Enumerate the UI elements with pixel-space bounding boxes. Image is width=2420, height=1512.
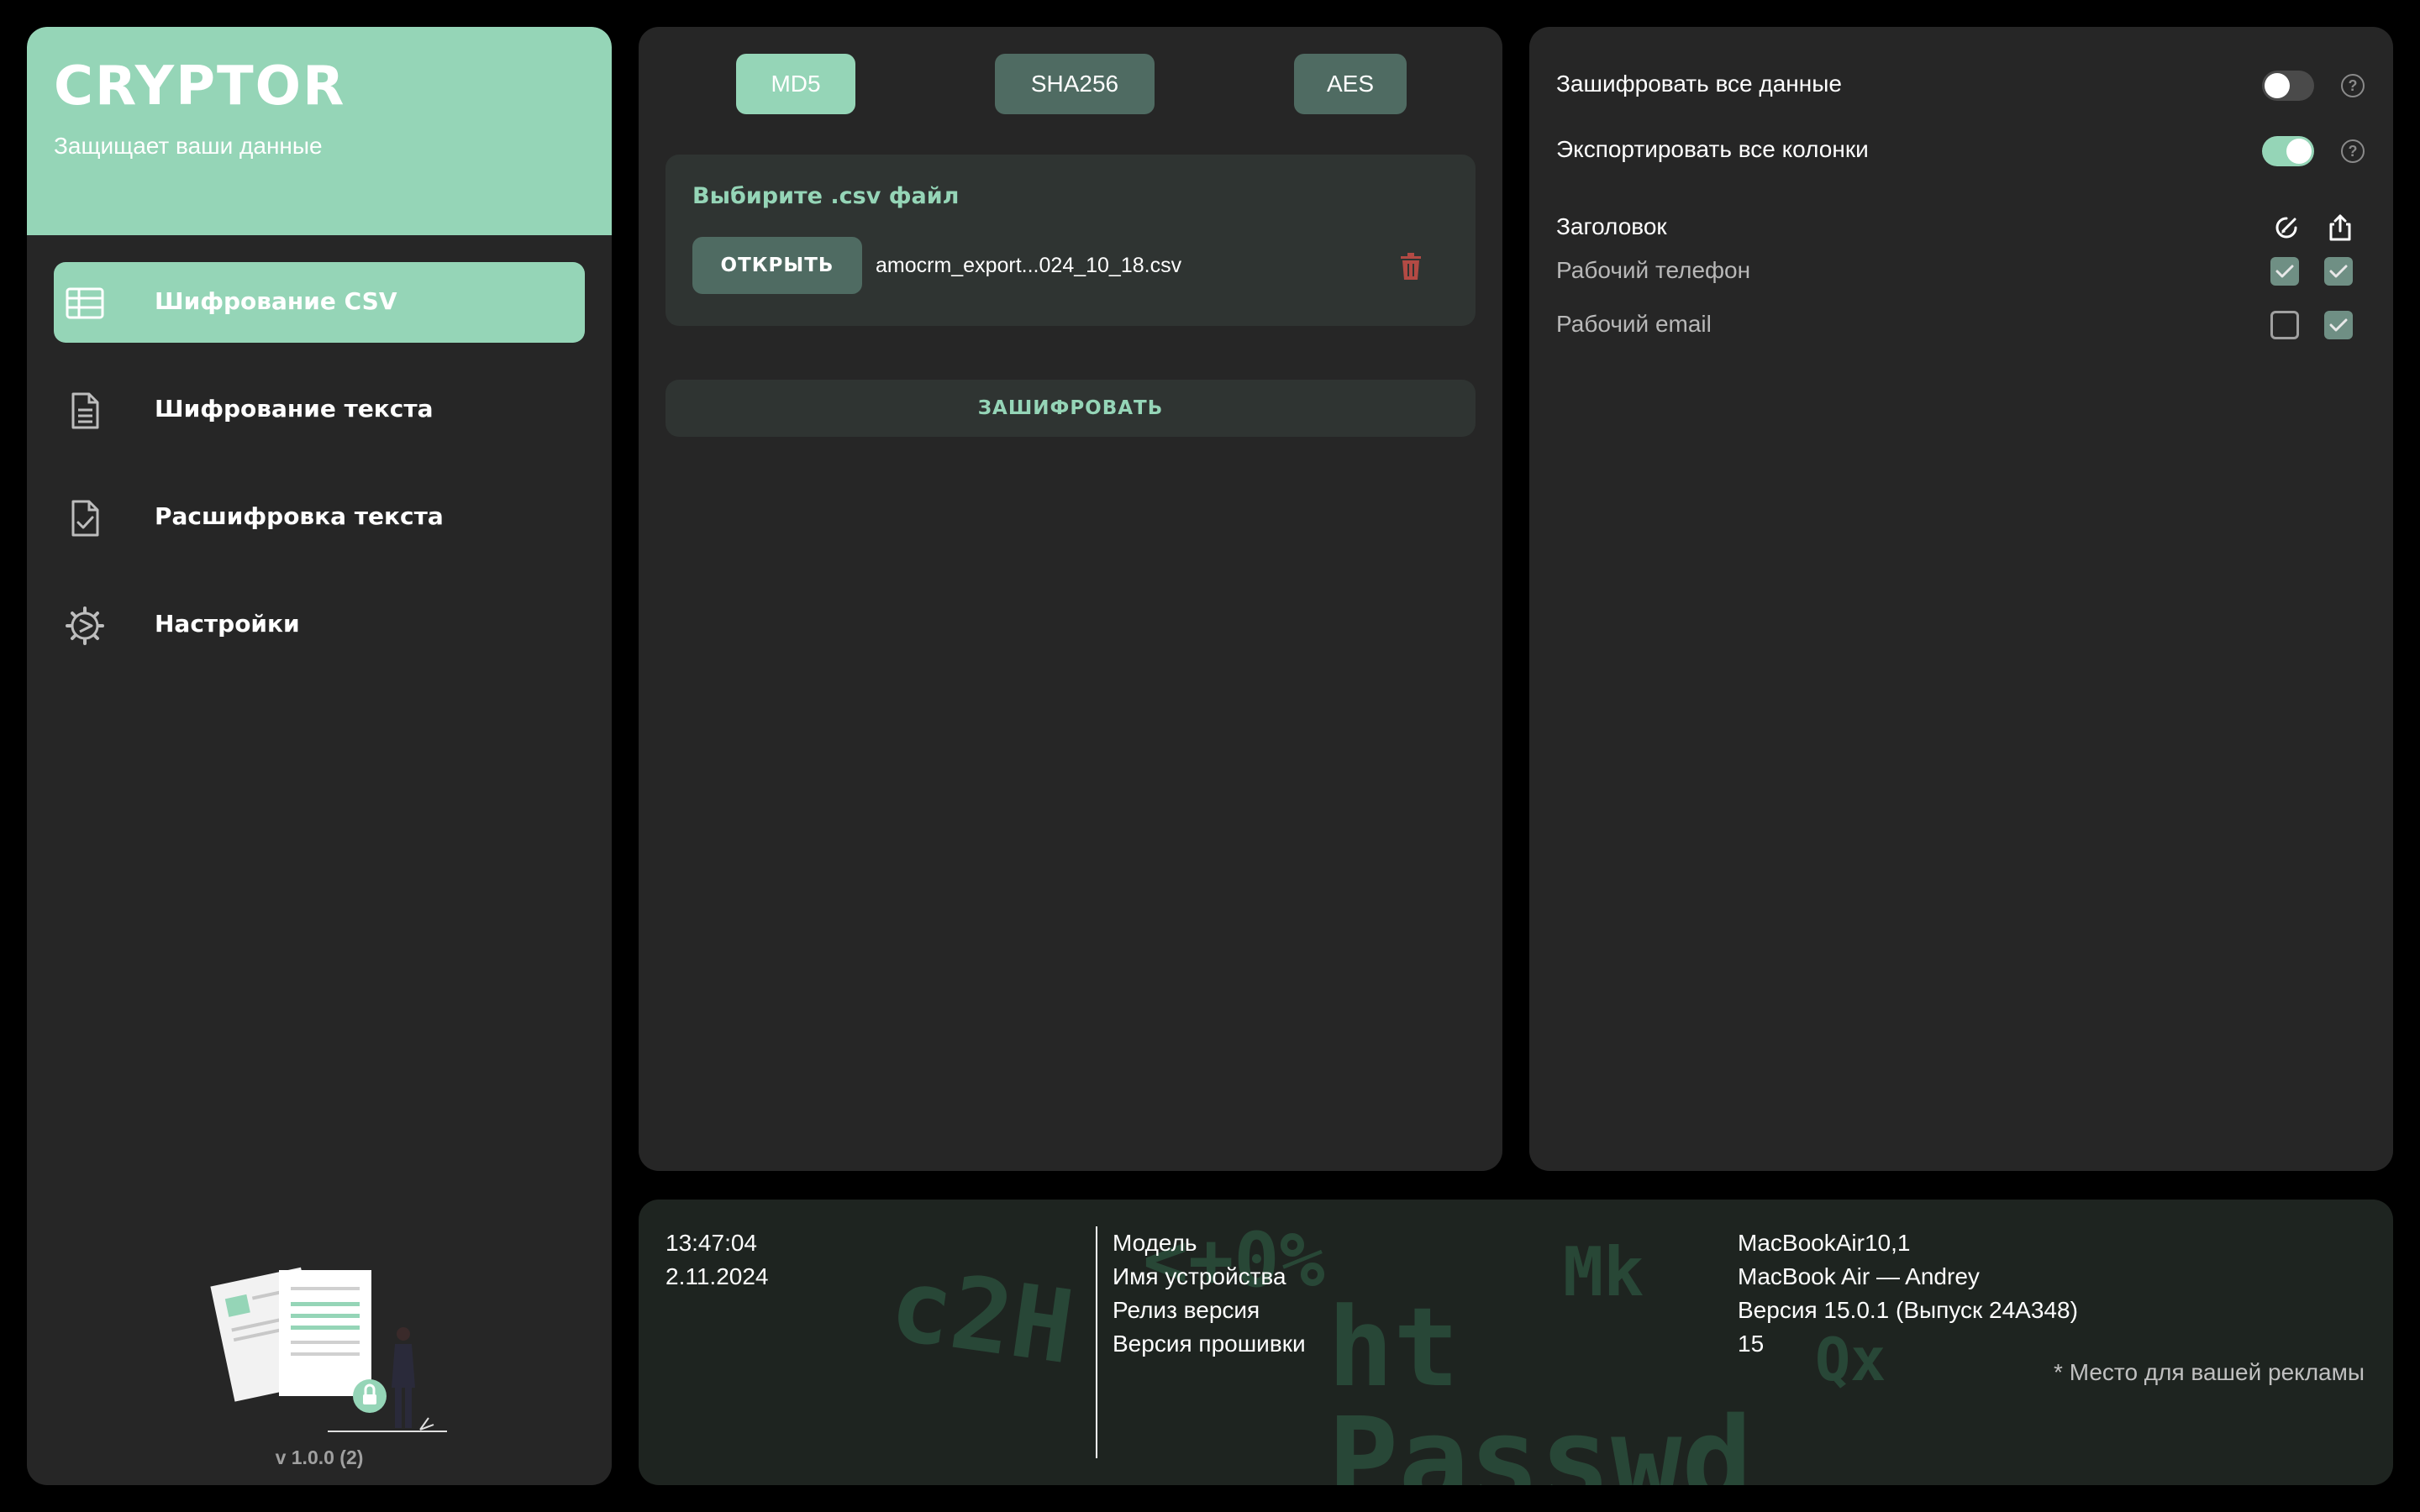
sidebar-item-label: Настройки xyxy=(155,610,300,638)
app-version: v 1.0.0 (2) xyxy=(275,1446,364,1468)
selected-file-name: amocrm_export...024_10_18.csv xyxy=(876,254,1182,277)
value-firmware-version: 15 xyxy=(1738,1331,1765,1357)
sidebar-item-settings[interactable]: Настройки xyxy=(54,585,585,665)
encrypt-button[interactable]: ЗАШИФРОВАТЬ xyxy=(666,380,1476,437)
value-device-name: MacBook Air — Andrey xyxy=(1738,1263,1980,1289)
toggle-knob xyxy=(2286,139,2312,164)
checkmark-icon xyxy=(2329,265,2348,278)
algorithm-aes-button[interactable]: AES xyxy=(1294,54,1407,114)
export-all-toggle[interactable] xyxy=(2262,136,2314,166)
document-check-icon xyxy=(71,500,99,537)
file-picker-title: Выбирите .csv файл xyxy=(692,183,960,209)
encrypt-column-icon xyxy=(2275,217,2297,239)
trash-icon[interactable] xyxy=(1398,252,1423,281)
encrypt-checkbox[interactable] xyxy=(2270,257,2299,286)
algorithm-md5-button[interactable]: MD5 xyxy=(736,54,855,114)
sidebar-item-text-encryption[interactable]: Шифрование текста xyxy=(54,370,585,450)
brand-header: CRYPTOR Защищает ваши данные xyxy=(27,27,612,235)
app-subtitle: Защищает ваши данные xyxy=(54,133,323,159)
export-all-label: Экспортировать все колонки xyxy=(1556,136,1869,162)
encrypt-all-toggle[interactable] xyxy=(2262,71,2314,101)
label-model: Модель xyxy=(1113,1230,1197,1256)
divider xyxy=(1096,1226,1097,1458)
sidebar-item-label: Шифрование CSV xyxy=(155,287,397,315)
app-title: CRYPTOR xyxy=(54,55,346,118)
gear-icon xyxy=(66,606,104,645)
current-date: 2.11.2024 xyxy=(666,1263,769,1289)
security-illustration xyxy=(210,1267,447,1432)
label-device-name: Имя устройства xyxy=(1113,1263,1286,1289)
columns-header-label: Заголовок xyxy=(1556,213,1667,239)
export-checkbox[interactable] xyxy=(2324,257,2353,286)
export-checkbox[interactable] xyxy=(2324,311,2353,339)
encrypt-checkbox[interactable] xyxy=(2270,311,2299,339)
toggle-knob xyxy=(2265,73,2290,98)
column-row-label: Рабочий телефон xyxy=(1556,257,1751,283)
column-row-label: Рабочий email xyxy=(1556,311,1712,337)
sidebar-item-csv-encryption[interactable]: Шифрование CSV xyxy=(54,262,585,343)
document-icon xyxy=(71,392,99,429)
sidebar-item-text-decryption[interactable]: Расшифровка текста xyxy=(54,477,585,558)
current-time: 13:47:04 xyxy=(666,1230,757,1256)
value-model: MacBookAir10,1 xyxy=(1738,1230,1911,1256)
sidebar-item-label: Шифрование текста xyxy=(155,395,434,423)
file-picker-card: Выбирите .csv файл ОТКРЫТЬ amocrm_export… xyxy=(666,155,1476,326)
checkmark-icon xyxy=(2275,265,2294,278)
value-release-version: Версия 15.0.1 (Выпуск 24A348) xyxy=(1738,1297,2078,1323)
algorithm-sha256-button[interactable]: SHA256 xyxy=(995,54,1155,114)
encryption-panel: MD5 SHA256 AES Выбирите .csv файл ОТКРЫТ… xyxy=(639,27,1502,1171)
system-values: MacBookAir10,1 MacBook Air — Andrey Верс… xyxy=(1738,1226,2078,1361)
label-firmware-version: Версия прошивки xyxy=(1113,1331,1306,1357)
matrix-background: c2H <+0% ht Mk Passwd Qx xyxy=(883,1216,1886,1485)
label-release-version: Релиз версия xyxy=(1113,1297,1260,1323)
open-file-button[interactable]: ОТКРЫТЬ xyxy=(692,237,862,294)
encrypt-all-label: Зашифровать все данные xyxy=(1556,71,1842,97)
table-icon xyxy=(66,287,104,319)
ad-placeholder: * Место для вашей рекламы xyxy=(2054,1359,2365,1385)
help-icon[interactable]: ? xyxy=(2341,139,2365,163)
system-info-panel: c2H <+0% ht Mk Passwd Qx 13:47:04 2.11.2… xyxy=(639,1200,2393,1485)
checkmark-icon xyxy=(2329,318,2348,332)
export-column-icon xyxy=(2329,214,2351,241)
clock: 13:47:04 2.11.2024 xyxy=(666,1226,769,1294)
sidebar: CRYPTOR Защищает ваши данные Шифрование … xyxy=(27,27,612,1485)
system-labels: Модель Имя устройства Релиз версия Верси… xyxy=(1113,1226,1306,1361)
options-panel: Зашифровать все данные ? Экспортировать … xyxy=(1529,27,2393,1171)
sidebar-item-label: Расшифровка текста xyxy=(155,502,444,530)
help-icon[interactable]: ? xyxy=(2341,74,2365,97)
